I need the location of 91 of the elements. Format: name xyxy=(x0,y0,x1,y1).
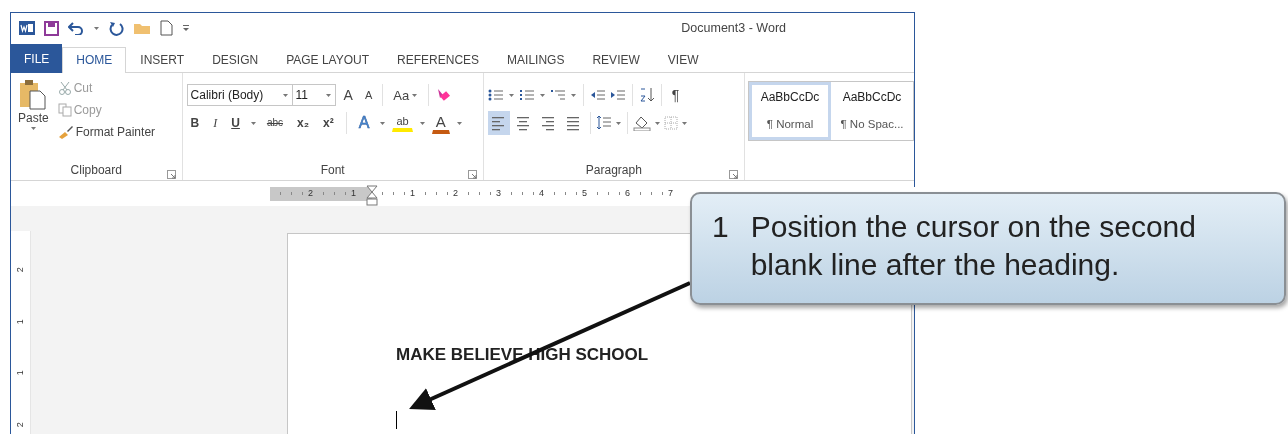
ruler-number: 6 xyxy=(625,188,630,198)
format-button[interactable]: U xyxy=(227,115,244,131)
alignment-button[interactable] xyxy=(487,111,510,135)
group-label: Clipboard xyxy=(70,162,122,179)
ruler-number: 2 xyxy=(13,267,26,273)
ruler-number: 2 xyxy=(13,421,26,427)
caret-icon xyxy=(418,120,426,126)
copy-icon xyxy=(57,103,72,117)
ribbon-tab[interactable]: DESIGN xyxy=(198,47,273,73)
customize-icon xyxy=(182,24,190,32)
change-case-button[interactable]: Aa xyxy=(389,86,423,104)
window-title: Document3 - Word xyxy=(681,19,786,37)
ribbon-tab[interactable]: INSERT xyxy=(126,47,199,73)
scissors-icon xyxy=(57,81,72,95)
text-effects-button[interactable]: A xyxy=(354,113,374,133)
dialog-launcher-icon xyxy=(166,170,176,180)
ribbon-tab[interactable]: REFERENCES xyxy=(383,47,494,73)
ruler-number: 7 xyxy=(668,188,673,198)
bullets-icon xyxy=(487,88,504,102)
format-button[interactable]: abc xyxy=(262,116,287,130)
increase-indent-icon xyxy=(609,88,626,102)
font-name-field[interactable]: Calibri (Body) xyxy=(186,84,293,106)
dialog-launcher-icon xyxy=(729,170,738,180)
callout-text: Position the cursor on the second blank line after the heading. xyxy=(750,209,1197,283)
ribbon-tab[interactable]: VIEW xyxy=(653,47,713,73)
ruler-number: 2 xyxy=(308,188,313,198)
ribbon-tab[interactable]: HOME xyxy=(62,47,127,73)
ribbon-tab[interactable]: REVIEW xyxy=(578,47,654,73)
paste-button[interactable]: Paste xyxy=(15,77,52,160)
caret-icon xyxy=(93,25,100,31)
step-number: 1 xyxy=(712,209,729,245)
format-button[interactable]: I xyxy=(209,115,222,131)
format-button[interactable]: x² xyxy=(319,115,338,131)
line-spacing-icon xyxy=(595,115,612,131)
align-center-icon xyxy=(516,115,531,131)
show-marks-button[interactable]: ¶ xyxy=(667,86,684,104)
group-label: Paragraph xyxy=(585,162,642,179)
ruler-number: 1 xyxy=(351,188,356,198)
shrink-font-button[interactable]: A xyxy=(360,87,377,103)
caret-icon xyxy=(653,120,661,126)
word-icon xyxy=(19,20,35,36)
grow-font-button[interactable]: A xyxy=(339,86,357,104)
clipboard-icon xyxy=(19,80,48,110)
caret-icon xyxy=(538,92,546,98)
ruler-number: 3 xyxy=(496,188,501,198)
ruler-number: 5 xyxy=(582,188,587,198)
caret-icon xyxy=(29,126,37,131)
align-right-icon xyxy=(541,115,556,131)
caret-icon xyxy=(614,120,622,126)
clipboard-button[interactable]: Format Painter xyxy=(53,123,160,141)
caret-icon xyxy=(249,120,257,126)
caret-icon xyxy=(281,92,289,98)
file-tab[interactable]: FILE xyxy=(11,44,63,73)
shading-icon xyxy=(632,115,651,131)
ruler-number: 1 xyxy=(13,318,26,324)
redo-icon xyxy=(109,20,124,36)
caret-icon xyxy=(324,92,332,98)
ribbon-tab[interactable]: MAILINGS xyxy=(493,47,579,73)
caret-icon xyxy=(411,92,419,98)
format-button[interactable]: B xyxy=(186,115,204,131)
dialog-launcher-icon xyxy=(467,170,477,180)
text-cursor xyxy=(396,410,397,429)
caret-icon xyxy=(569,92,577,98)
ruler-number: 4 xyxy=(539,188,544,198)
justify-icon xyxy=(566,115,581,131)
caret-icon xyxy=(379,120,387,126)
undo-icon xyxy=(68,21,84,35)
group-label: Font xyxy=(320,162,345,179)
ruler-number: 2 xyxy=(453,188,458,198)
folder-icon xyxy=(133,21,151,35)
ribbon-tab[interactable]: PAGE LAYOUT xyxy=(272,47,384,73)
decrease-indent-icon xyxy=(589,88,606,102)
sort-icon xyxy=(638,87,655,103)
caret-icon xyxy=(507,92,515,98)
format-button[interactable]: x₂ xyxy=(293,115,314,131)
align-left-icon xyxy=(491,115,506,131)
new-document-icon xyxy=(160,20,173,36)
ruler-number: 1 xyxy=(13,370,26,376)
multilevel-list-icon xyxy=(549,88,566,102)
font-size-field[interactable]: 11 xyxy=(291,84,336,106)
borders-icon xyxy=(663,116,678,130)
save-icon xyxy=(44,20,59,36)
highlight-button[interactable]: ab xyxy=(392,114,413,132)
paintbrush-icon xyxy=(57,125,74,139)
style-gallery-item[interactable]: AaBbCcDc ¶ Normal xyxy=(749,82,831,140)
numbering-icon xyxy=(518,88,535,102)
eraser-icon xyxy=(435,87,452,103)
ruler-number: 1 xyxy=(410,188,415,198)
caret-icon xyxy=(455,120,463,126)
font-color-button[interactable]: A xyxy=(431,112,450,134)
caret-icon xyxy=(680,120,688,126)
